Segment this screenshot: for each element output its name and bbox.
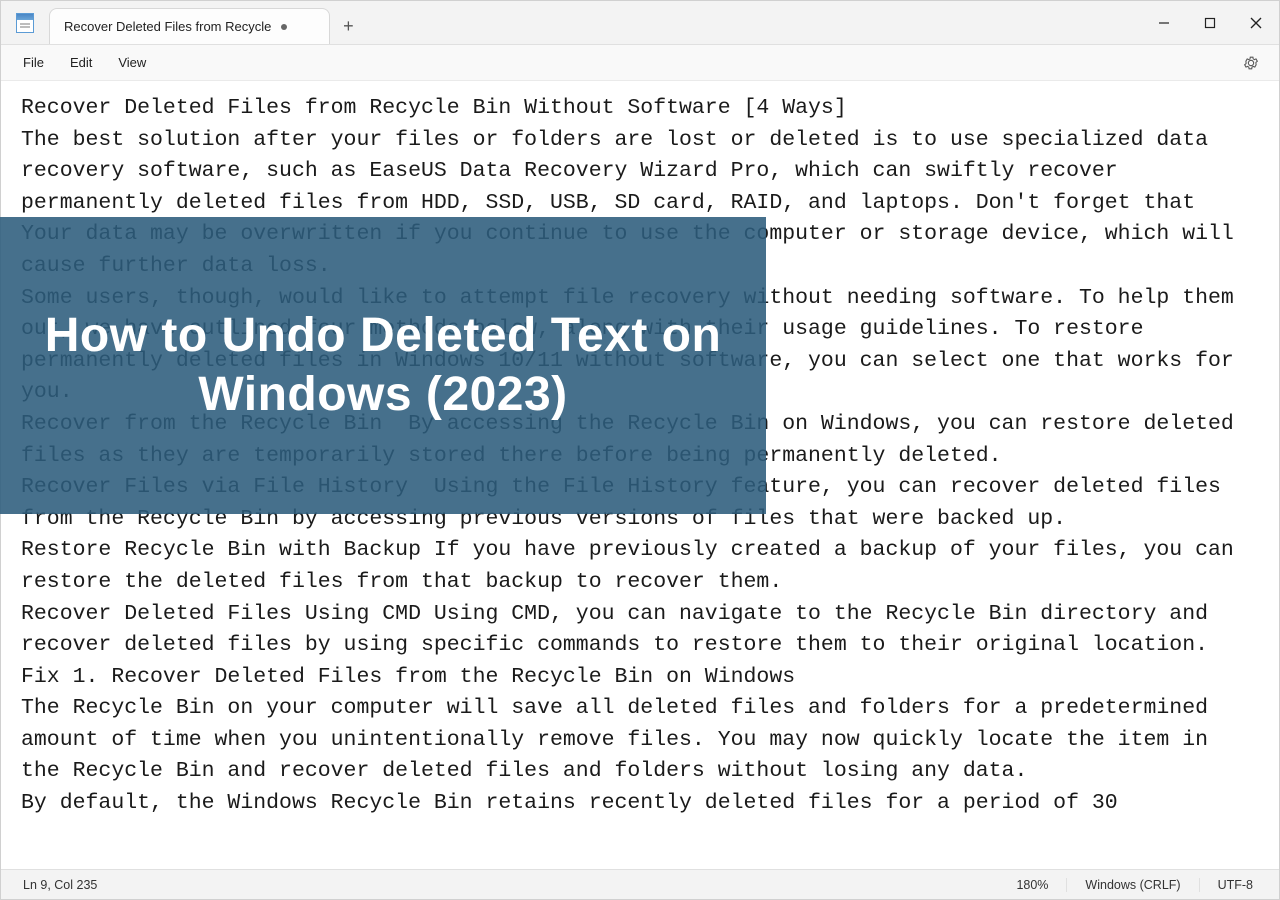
minimize-icon xyxy=(1158,17,1170,29)
overlay-text: How to Undo Deleted Text on Windows (202… xyxy=(40,307,726,424)
maximize-button[interactable] xyxy=(1187,1,1233,45)
unsaved-indicator-icon xyxy=(281,24,287,30)
menu-file[interactable]: File xyxy=(11,49,56,76)
settings-button[interactable] xyxy=(1233,49,1269,77)
tab-title: Recover Deleted Files from Recycle xyxy=(64,19,271,34)
notepad-icon xyxy=(16,13,34,33)
status-cursor-position[interactable]: Ln 9, Col 235 xyxy=(9,878,97,892)
menu-view[interactable]: View xyxy=(106,49,158,76)
maximize-icon xyxy=(1204,17,1216,29)
document-tab[interactable]: Recover Deleted Files from Recycle ✕ xyxy=(49,8,330,44)
statusbar: Ln 9, Col 235 180% Windows (CRLF) UTF-8 xyxy=(1,869,1279,899)
new-tab-button[interactable]: + xyxy=(330,8,366,44)
minimize-button[interactable] xyxy=(1141,1,1187,45)
article-title-overlay: How to Undo Deleted Text on Windows (202… xyxy=(0,217,766,514)
plus-icon: + xyxy=(343,16,354,37)
gear-icon xyxy=(1243,55,1259,71)
status-zoom[interactable]: 180% xyxy=(998,878,1066,892)
app-icon-container xyxy=(1,1,49,44)
status-encoding[interactable]: UTF-8 xyxy=(1199,878,1271,892)
close-icon xyxy=(1250,17,1262,29)
menu-edit[interactable]: Edit xyxy=(58,49,104,76)
menubar: File Edit View xyxy=(1,45,1279,81)
status-line-ending[interactable]: Windows (CRLF) xyxy=(1066,878,1198,892)
titlebar: Recover Deleted Files from Recycle ✕ + xyxy=(1,1,1279,45)
tab-strip: Recover Deleted Files from Recycle ✕ + xyxy=(49,1,1141,44)
close-button[interactable] xyxy=(1233,1,1279,45)
window-controls xyxy=(1141,1,1279,44)
